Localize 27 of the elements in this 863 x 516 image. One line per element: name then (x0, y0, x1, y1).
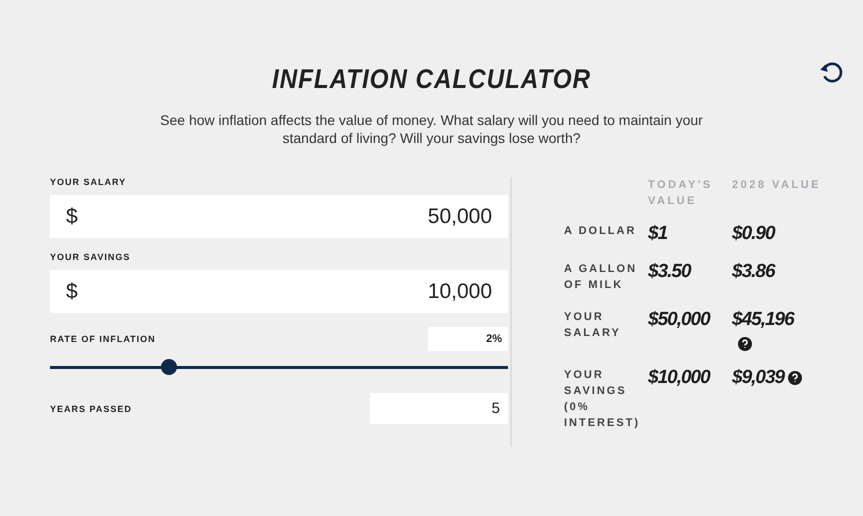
help-icon[interactable] (788, 371, 802, 385)
input-field[interactable]: $ 10,000 (50, 270, 508, 313)
future-value: $0.90 (732, 223, 775, 245)
input-field[interactable]: 2% (428, 327, 508, 351)
future-value: $9,039 (732, 367, 784, 389)
field-label: YEARS PASSED (50, 404, 132, 414)
today-value: $50,000 (648, 309, 712, 332)
field-label: YOUR SALARY (50, 177, 128, 187)
row-label: A DOLLAR (564, 224, 638, 239)
slider-thumb[interactable] (161, 359, 178, 375)
field-label: RATE OF INFLATION (50, 334, 156, 344)
help-icon[interactable] (738, 337, 752, 351)
input-field[interactable]: $ 50,000 (50, 195, 508, 238)
future-value: $45,196 (732, 309, 794, 331)
row-label: A GALLON OF MILK (564, 262, 638, 293)
row-label: YOUR SALARY (564, 310, 622, 341)
column-header: TODAY'S VALUE (648, 178, 714, 209)
page-title: INFLATION CALCULATOR (271, 64, 592, 95)
column-header: 2028 VALUE (732, 178, 822, 193)
today-value: $1 (648, 223, 668, 245)
intro-text: See how inflation affects the value of money. What salary will you need to maintain your standard of living? Will your savings lose worth? (159, 111, 704, 147)
row-label: YOUR SAVINGS (0% INTEREST) (564, 368, 642, 431)
field-label: YOUR SAVINGS (50, 252, 132, 262)
today-value: $10,000 (648, 367, 712, 390)
input-field[interactable]: 5 (370, 393, 508, 424)
today-value: $3.50 (648, 261, 692, 284)
future-value: $3.86 (732, 261, 775, 283)
